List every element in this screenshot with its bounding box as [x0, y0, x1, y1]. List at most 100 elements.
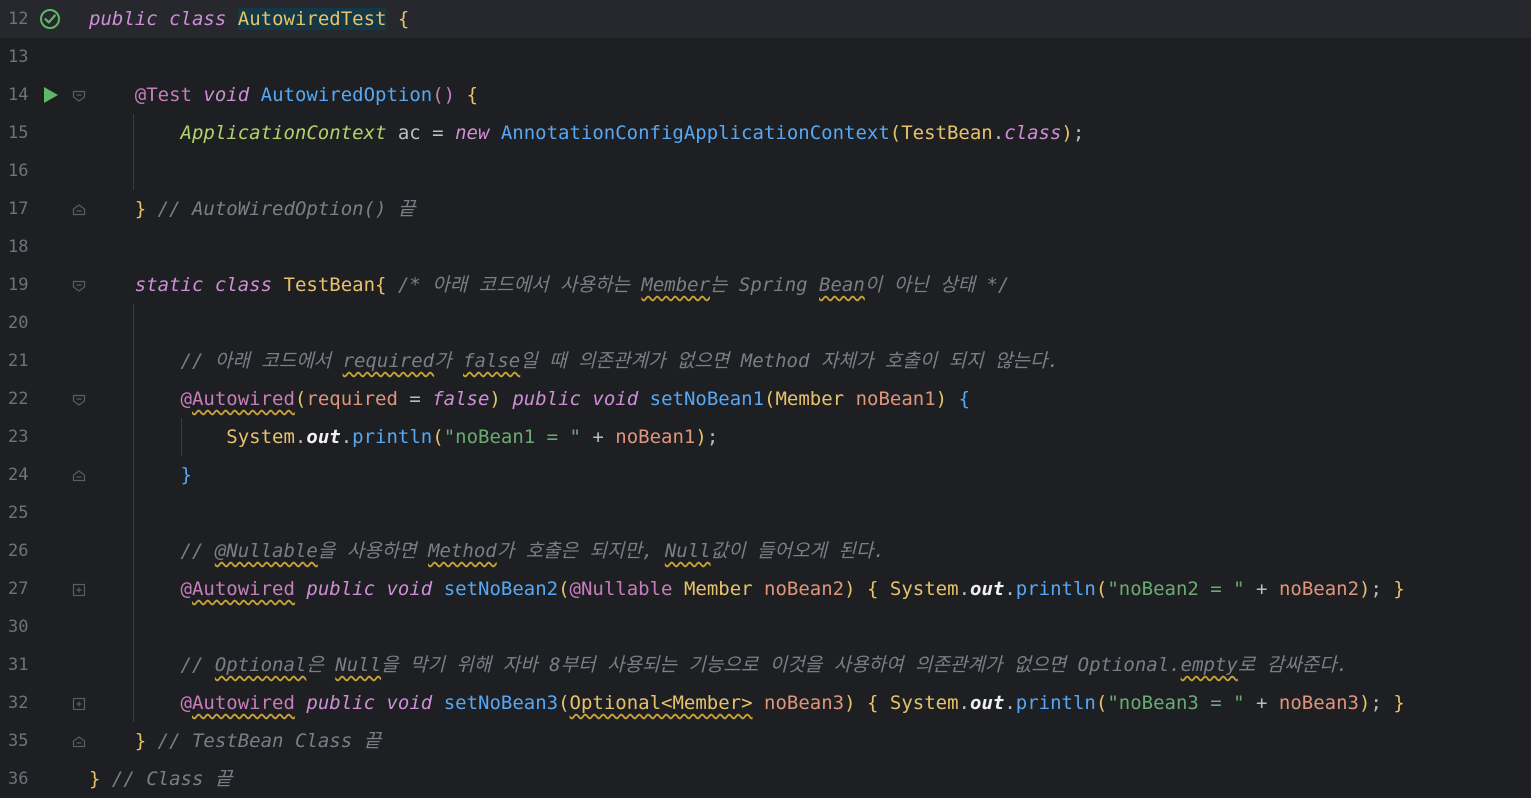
code-token: @Test	[134, 84, 192, 106]
code-text[interactable]: } // TestBean Class 끝	[89, 722, 381, 760]
code-line[interactable]: 24 }	[0, 456, 1531, 494]
code-token: .	[958, 578, 971, 600]
code-line[interactable]: 25	[0, 494, 1531, 532]
code-line[interactable]: 30	[0, 608, 1531, 646]
code-token: {	[958, 388, 971, 410]
code-token: noBean3	[764, 692, 845, 714]
code-token: 이 아닌 상태 */	[864, 274, 1010, 296]
code-token: setNoBean2	[443, 578, 559, 600]
code-text[interactable]: @Autowired(required = false) public void…	[89, 380, 971, 418]
code-line[interactable]: 27 @Autowired public void setNoBean2(@Nu…	[0, 570, 1531, 608]
code-token: )	[844, 578, 856, 600]
code-token: Bean	[819, 274, 865, 296]
run-test-icon[interactable]	[38, 83, 62, 107]
code-token: 을 막기 위해 자바 8부터 사용되는 기능으로 이것을 사용하여 의존관계가 …	[381, 654, 1181, 676]
code-line[interactable]: 14 @Test void AutowiredOption() {	[0, 76, 1531, 114]
code-token: 는 Spring	[710, 274, 820, 296]
code-line[interactable]: 17 } // AutoWiredOption() 끝	[0, 190, 1531, 228]
code-line[interactable]: 23 System.out.println("noBean1 = " + noB…	[0, 418, 1531, 456]
code-token: )	[935, 388, 948, 410]
fold-collapse-icon[interactable]	[72, 89, 86, 103]
code-token: Member	[683, 578, 753, 600]
code-line[interactable]: 20	[0, 304, 1531, 342]
code-line[interactable]: 19 static class TestBean{ /* 아래 코드에서 사용하…	[0, 266, 1531, 304]
code-text[interactable]: @Autowired public void setNoBean3(Option…	[89, 684, 1405, 722]
line-number: 30	[8, 617, 29, 637]
code-token: }	[134, 198, 147, 220]
code-line[interactable]: 21 // 아래 코드에서 required가 false일 때 의존관계가 없…	[0, 342, 1531, 380]
code-text[interactable]: @Test void AutowiredOption() {	[89, 76, 478, 114]
code-token: Optional	[214, 654, 307, 676]
code-text[interactable]: } // Class 끝	[89, 760, 232, 798]
fold-expand-icon[interactable]	[72, 697, 86, 711]
test-passed-check-icon[interactable]	[38, 7, 62, 31]
code-token: +	[1244, 692, 1279, 714]
code-text[interactable]: @Autowired public void setNoBean2(@Nulla…	[89, 570, 1405, 608]
code-text[interactable]: System.out.println("noBean1 = " + noBean…	[89, 418, 718, 456]
code-line[interactable]: 22 @Autowired(required = false) public v…	[0, 380, 1531, 418]
code-line[interactable]: 18	[0, 228, 1531, 266]
code-text[interactable]: // 아래 코드에서 required가 false일 때 의존관계가 없으면 …	[89, 342, 1059, 380]
code-line[interactable]: 15 ApplicationContext ac = new Annotatio…	[0, 114, 1531, 152]
fold-end-icon[interactable]	[72, 203, 86, 217]
code-text[interactable]: public class AutowiredTest {	[89, 0, 409, 38]
line-number: 17	[8, 199, 29, 219]
code-token: "noBean2 = "	[1107, 578, 1245, 600]
code-line[interactable]: 26 // @Nullable을 사용하면 Method가 호출은 되지만, N…	[0, 532, 1531, 570]
fold-collapse-icon[interactable]	[72, 393, 86, 407]
code-line[interactable]: 35 } // TestBean Class 끝	[0, 722, 1531, 760]
code-text[interactable]: static class TestBean{ /* 아래 코드에서 사용하는 M…	[89, 266, 1010, 304]
code-token: +	[580, 426, 616, 448]
line-number: 31	[8, 655, 29, 675]
line-number: 19	[8, 275, 29, 295]
code-token: public	[306, 578, 376, 600]
line-number: 24	[8, 465, 29, 485]
code-token: }	[1393, 578, 1405, 600]
line-number: 14	[8, 85, 29, 105]
code-token: }	[134, 730, 147, 752]
code-line[interactable]: 31 // Optional은 Null을 막기 위해 자바 8부터 사용되는 …	[0, 646, 1531, 684]
code-text[interactable]: }	[89, 456, 192, 494]
gutter: 26	[0, 532, 80, 570]
code-token: (	[764, 388, 776, 410]
code-text[interactable]: } // AutoWiredOption() 끝	[89, 190, 416, 228]
line-number: 36	[8, 769, 29, 789]
code-line[interactable]: 32 @Autowired public void setNoBean3(Opt…	[0, 684, 1531, 722]
gutter: 12	[0, 0, 80, 38]
code-token: Autowired	[191, 388, 295, 410]
code-token: 은	[306, 654, 336, 676]
code-text[interactable]: ApplicationContext ac = new AnnotationCo…	[89, 114, 1085, 152]
code-token: Autowired	[191, 692, 295, 714]
fold-expand-icon[interactable]	[72, 583, 86, 597]
code-token: ApplicationContext	[180, 122, 387, 144]
code-line[interactable]: 16	[0, 152, 1531, 190]
code-line[interactable]: 36 } // Class 끝	[0, 760, 1531, 798]
code-token: {	[397, 8, 410, 30]
code-token: public	[512, 388, 581, 410]
fold-end-icon[interactable]	[72, 735, 86, 749]
code-token: void	[203, 84, 250, 106]
code-token: (	[294, 388, 307, 410]
code-line[interactable]: 13	[0, 38, 1531, 76]
code-text[interactable]: // Optional은 Null을 막기 위해 자바 8부터 사용되는 기능으…	[89, 646, 1349, 684]
code-text[interactable]: // @Nullable을 사용하면 Method가 호출은 되지만, Null…	[89, 532, 885, 570]
code-token: noBean1	[855, 388, 936, 410]
code-token: ()	[432, 84, 456, 106]
fold-collapse-icon[interactable]	[72, 279, 86, 293]
line-number: 22	[8, 389, 29, 409]
code-line[interactable]: 12 public class AutowiredTest {	[0, 0, 1531, 38]
fold-end-icon[interactable]	[72, 469, 86, 483]
code-editor[interactable]: 12 public class AutowiredTest {13 14 @Test…	[0, 0, 1531, 795]
code-token: out	[306, 426, 341, 448]
code-token: static	[134, 274, 204, 296]
code-token: Null	[335, 654, 382, 676]
